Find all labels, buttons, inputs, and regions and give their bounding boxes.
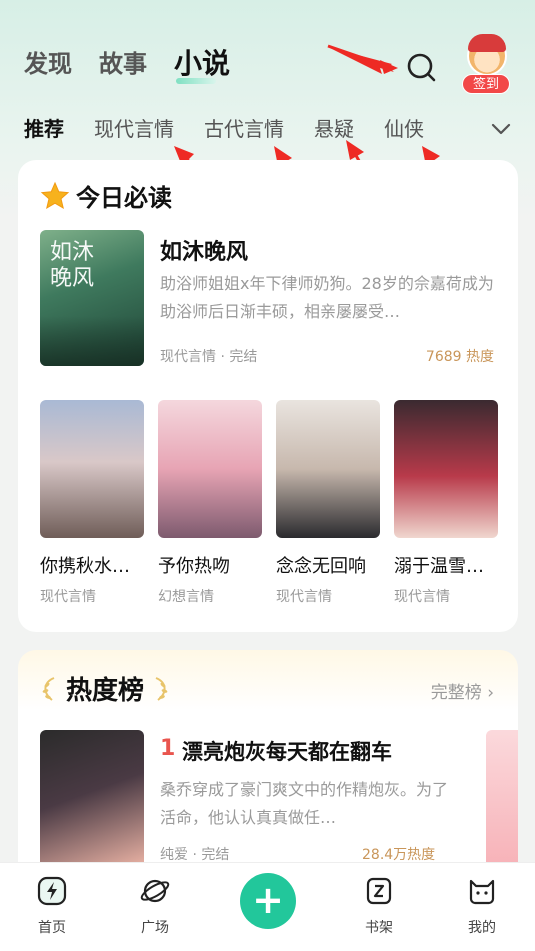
create-plus-button[interactable]: + bbox=[240, 873, 296, 929]
nav-home-label: 首页 bbox=[38, 920, 66, 936]
book-category: 现代言情 bbox=[40, 589, 96, 605]
ranking-book-title[interactable]: 漂亮炮灰每天都在翻车 bbox=[182, 736, 392, 766]
ranking-book-cover[interactable] bbox=[40, 730, 144, 870]
category-tab-bar: 推荐 现代言情 古代言情 悬疑 仙侠 bbox=[24, 114, 424, 144]
ranking-book-description: 桑乔穿成了豪门爽文中的作精炮灰。为了活命，他认认真真做任… bbox=[160, 780, 449, 827]
full-ranking-link[interactable]: 完整榜 › bbox=[431, 678, 494, 703]
featured-book-meta: 现代言情 · 完结 bbox=[160, 349, 258, 365]
arrow-to-search bbox=[328, 47, 394, 74]
rank-number: 1 bbox=[160, 736, 176, 761]
bottom-navigation: 首页 广场 + 书架 我的 bbox=[0, 862, 535, 951]
book-card[interactable]: 予你热吻 幻想言情 bbox=[158, 400, 262, 606]
category-tab-modern-romance[interactable]: 现代言情 bbox=[94, 114, 174, 144]
recommended-book-grid: 你携秋水… 现代言情 予你热吻 幻想言情 念念无回响 现代言情 溺于温雪… 现代… bbox=[40, 400, 498, 606]
ranking-header: 热度榜 bbox=[40, 670, 170, 707]
profile-icon bbox=[469, 879, 495, 905]
book-card[interactable]: 念念无回响 现代言情 bbox=[276, 400, 380, 606]
star-icon bbox=[40, 181, 70, 209]
laurel-left-icon bbox=[42, 676, 55, 701]
book-category: 幻想言情 bbox=[158, 589, 214, 605]
book-cover bbox=[40, 400, 144, 538]
hat-icon bbox=[468, 34, 506, 52]
book-category: 现代言情 bbox=[394, 589, 450, 605]
nav-bookshelf-label: 书架 bbox=[365, 920, 393, 936]
nav-home[interactable]: 首页 bbox=[22, 875, 82, 937]
nav-profile[interactable]: 我的 bbox=[452, 875, 512, 937]
planet-icon bbox=[140, 879, 170, 903]
book-title: 念念无回响 bbox=[276, 556, 366, 577]
nav-profile-label: 我的 bbox=[468, 920, 496, 936]
featured-book-title[interactable]: 如沐晚风 bbox=[160, 234, 248, 266]
ranking-book-meta: 纯爱 · 完结 bbox=[160, 847, 230, 863]
top-tab-bar: 发现 故事 小说 bbox=[24, 46, 230, 84]
nav-square-label: 广场 bbox=[141, 920, 169, 936]
book-cover bbox=[276, 400, 380, 538]
sign-in-avatar[interactable]: 签到 bbox=[458, 34, 516, 96]
category-tab-mystery[interactable]: 悬疑 bbox=[314, 114, 354, 144]
search-icon[interactable] bbox=[404, 50, 438, 84]
tab-novel[interactable]: 小说 bbox=[174, 46, 230, 84]
ranking-title: 热度榜 bbox=[66, 676, 145, 706]
featured-book-cover[interactable]: 如沐晚风 bbox=[40, 230, 144, 366]
sign-in-badge[interactable]: 签到 bbox=[462, 74, 510, 94]
nav-bookshelf[interactable]: 书架 bbox=[349, 875, 409, 937]
today-must-read-card: 今日必读 如沐晚风 如沐晚风 助浴师姐姐x年下律师奶狗。28岁的佘嘉荷成为助浴师… bbox=[18, 160, 518, 632]
ranking-book-heat: 28.4万热度 bbox=[362, 847, 436, 863]
tab-story[interactable]: 故事 bbox=[99, 46, 147, 82]
book-cover bbox=[158, 400, 262, 538]
book-cover bbox=[394, 400, 498, 538]
category-tab-xianxia[interactable]: 仙侠 bbox=[384, 114, 424, 144]
today-section-title: 今日必读 bbox=[76, 184, 172, 212]
home-icon bbox=[37, 876, 67, 906]
book-card[interactable]: 你携秋水… 现代言情 bbox=[40, 400, 144, 606]
chevron-down-icon[interactable] bbox=[488, 116, 514, 142]
book-title: 予你热吻 bbox=[158, 556, 230, 577]
laurel-right-icon bbox=[155, 676, 168, 701]
featured-book-description: 助浴师姐姐x年下律师奶狗。28岁的佘嘉荷成为助浴师后日渐丰硕，相亲屡屡受… bbox=[160, 274, 494, 321]
featured-book-heat: 7689 热度 bbox=[425, 349, 494, 365]
book-title: 你携秋水… bbox=[40, 556, 130, 577]
today-section-header: 今日必读 bbox=[40, 178, 172, 213]
tab-discover[interactable]: 发现 bbox=[24, 46, 72, 82]
book-title: 溺于温雪… bbox=[394, 556, 484, 577]
category-tab-recommend[interactable]: 推荐 bbox=[24, 114, 64, 144]
book-category: 现代言情 bbox=[276, 589, 332, 605]
bookshelf-icon bbox=[366, 877, 392, 905]
book-card[interactable]: 溺于温雪… 现代言情 bbox=[394, 400, 498, 606]
next-ranking-cover[interactable] bbox=[486, 730, 518, 870]
cover-title-art: 如沐晚风 bbox=[50, 240, 95, 291]
category-tab-ancient-romance[interactable]: 古代言情 bbox=[204, 114, 284, 144]
nav-square[interactable]: 广场 bbox=[125, 875, 185, 937]
